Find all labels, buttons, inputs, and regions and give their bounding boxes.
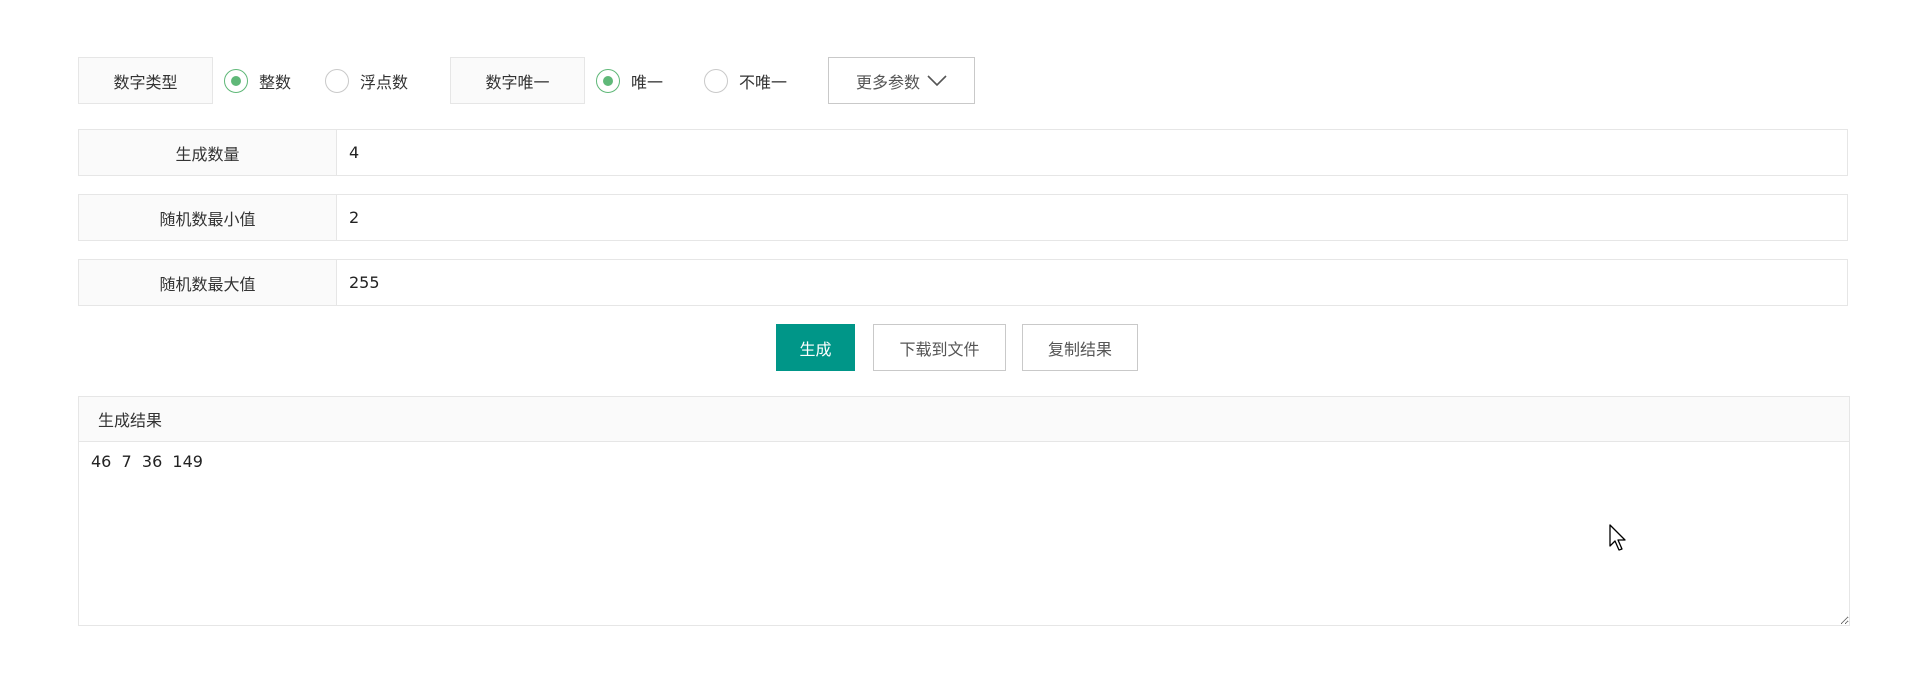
radio-integer-label: 整数 (259, 72, 292, 92)
radio-checked-icon (596, 68, 621, 93)
count-input[interactable] (337, 130, 1847, 175)
random-number-generator: 数字类型 整数 浮点数 数字唯一 唯一 不唯一 更多参数 生成数量 4 随机数最… (0, 0, 1914, 675)
max-label: 随机数最大值 (79, 260, 337, 305)
min-input[interactable] (337, 195, 1847, 240)
chevron-down-icon (927, 74, 947, 87)
result-title: 生成结果 (79, 397, 1849, 442)
radio-unique-label: 唯一 (631, 72, 664, 92)
radio-not-unique[interactable]: 不唯一 (704, 68, 788, 93)
min-label: 随机数最小值 (79, 195, 337, 240)
param-row-max: 随机数最大值 (78, 259, 1848, 306)
radio-float[interactable]: 浮点数 (325, 68, 409, 93)
radio-unique[interactable]: 唯一 (596, 68, 664, 93)
radio-checked-icon (224, 68, 248, 93)
number-type-label: 数字类型 (78, 57, 213, 104)
more-params-label: 更多参数 (856, 72, 921, 92)
copy-result-button[interactable]: 复制结果 (1022, 324, 1138, 371)
param-row-count: 生成数量 (78, 129, 1848, 176)
uniqueness-label: 数字唯一 (450, 57, 586, 104)
radio-unchecked-icon (325, 68, 350, 93)
download-button[interactable]: 下载到文件 (873, 324, 1006, 371)
param-row-min: 随机数最小值 (78, 194, 1848, 241)
radio-not-unique-label: 不唯一 (739, 72, 788, 92)
options-row: 数字类型 整数 浮点数 数字唯一 唯一 不唯一 更多参数 (78, 57, 976, 104)
generate-button[interactable]: 生成 (776, 324, 855, 371)
count-label: 生成数量 (79, 130, 337, 175)
radio-integer[interactable]: 整数 (224, 68, 292, 93)
max-input[interactable] (337, 260, 1847, 305)
result-panel: 生成结果 46 7 36 149 (78, 396, 1850, 626)
radio-unchecked-icon (704, 68, 729, 93)
more-params-button[interactable]: 更多参数 (828, 57, 976, 104)
radio-float-label: 浮点数 (360, 72, 409, 92)
result-textarea[interactable]: 46 7 36 149 (79, 442, 1849, 625)
